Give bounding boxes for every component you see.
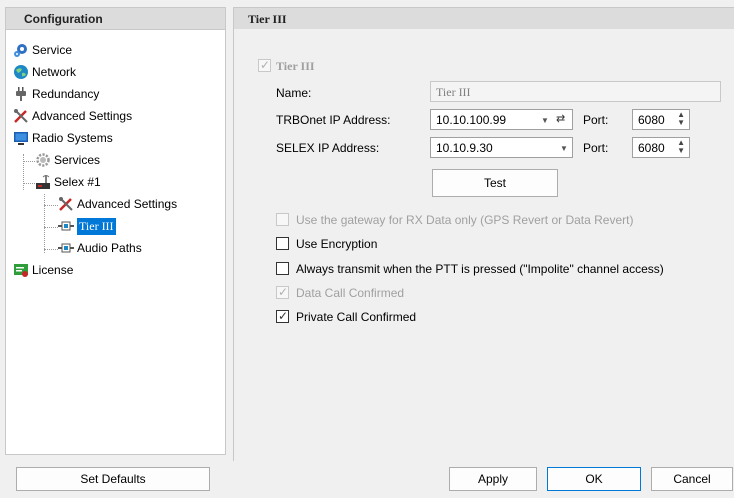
gear-icon — [35, 152, 51, 168]
apply-button[interactable]: Apply — [449, 467, 537, 491]
trbonet-ip-label: TRBOnet IP Address: — [276, 113, 391, 127]
tree-item-selex-advanced-settings[interactable]: Advanced Settings — [58, 195, 177, 213]
tree-item-tier-iii[interactable]: Tier III — [58, 217, 116, 235]
tree-line — [23, 154, 24, 190]
plug-icon — [13, 86, 29, 102]
data-call-confirmed-label: Data Call Confirmed — [296, 286, 405, 300]
service-gear-icon — [13, 42, 29, 58]
tree-item-services[interactable]: Services — [35, 151, 100, 169]
trbonet-port-label: Port: — [583, 113, 609, 127]
data-call-confirmed-checkbox: ✓ — [276, 285, 289, 299]
tree-item-audio-paths[interactable]: Audio Paths — [58, 239, 142, 257]
trbonet-ip-value: 10.10.100.99 — [436, 113, 507, 127]
tree-line — [44, 194, 45, 253]
tree-line — [44, 205, 58, 206]
cancel-button[interactable]: Cancel — [651, 467, 733, 491]
configuration-header: Configuration — [5, 7, 226, 29]
trbonet-port-stepper[interactable]: 6080 ▲ ▼ — [632, 109, 690, 130]
selex-port-stepper[interactable]: 6080 ▲ ▼ — [632, 137, 690, 158]
tree-line — [23, 161, 35, 162]
button-bar: Set Defaults Apply OK Cancel — [0, 461, 734, 498]
tree-item-service[interactable]: Service — [13, 41, 72, 59]
rx-data-only-checkbox — [276, 213, 289, 226]
spin-arrows-icon[interactable]: ▲ ▼ — [677, 111, 685, 127]
tools-icon — [58, 196, 74, 212]
license-icon — [13, 262, 29, 278]
tier-iii-settings-panel: ✓ Tier III Name: Tier III TRBOnet IP Add… — [233, 29, 734, 461]
tools-icon — [13, 108, 29, 124]
chevron-down-icon[interactable]: ▼ — [541, 116, 549, 125]
name-label: Name: — [276, 86, 312, 100]
selex-ip-label: SELEX IP Address: — [276, 141, 380, 155]
use-encryption-checkbox[interactable] — [276, 237, 289, 250]
connector-icon — [58, 218, 74, 234]
private-call-confirmed-checkbox[interactable]: ✓ — [276, 309, 289, 323]
configuration-tree[interactable]: Service Network Redundancy Advanced Sett… — [5, 29, 226, 455]
private-call-confirmed-label[interactable]: Private Call Confirmed — [296, 310, 416, 324]
tree-item-network[interactable]: Network — [13, 63, 76, 81]
tier-iii-checkbox-label: Tier III — [276, 59, 315, 73]
test-button[interactable]: Test — [432, 169, 558, 197]
tier-iii-checkbox: ✓ — [258, 58, 271, 72]
tree-item-license[interactable]: License — [13, 261, 73, 279]
tree-item-redundancy[interactable]: Redundancy — [13, 85, 99, 103]
radio-tower-icon — [35, 174, 51, 190]
tree-item-selex-1[interactable]: Selex #1 — [35, 173, 101, 191]
selex-ip-combo[interactable]: 10.10.9.30 ▼ — [430, 137, 573, 158]
tree-line — [44, 227, 58, 228]
tree-item-radio-systems[interactable]: Radio Systems — [13, 129, 113, 147]
name-field[interactable]: Tier III — [430, 81, 721, 102]
monitor-icon — [13, 130, 29, 146]
use-encryption-label[interactable]: Use Encryption — [296, 237, 377, 251]
selex-port-label: Port: — [583, 141, 609, 155]
always-transmit-checkbox[interactable] — [276, 262, 289, 275]
refresh-icon[interactable]: ⇄ — [556, 112, 565, 125]
tree-line — [44, 249, 58, 250]
ok-button[interactable]: OK — [547, 467, 641, 491]
tier-iii-header: Tier III — [233, 7, 734, 29]
set-defaults-button[interactable]: Set Defaults — [16, 467, 210, 491]
globe-icon — [13, 64, 29, 80]
tree-line — [23, 183, 35, 184]
always-transmit-label[interactable]: Always transmit when the PTT is pressed … — [296, 262, 664, 276]
rx-data-only-label: Use the gateway for RX Data only (GPS Re… — [296, 213, 634, 227]
trbonet-ip-combo[interactable]: 10.10.100.99 ▼ ⇄ — [430, 109, 573, 130]
selex-ip-value: 10.10.9.30 — [436, 141, 493, 155]
spin-arrows-icon[interactable]: ▲ ▼ — [677, 139, 685, 155]
chevron-down-icon[interactable]: ▼ — [560, 144, 568, 153]
tree-item-advanced-settings[interactable]: Advanced Settings — [13, 107, 132, 125]
connector-icon — [58, 240, 74, 256]
